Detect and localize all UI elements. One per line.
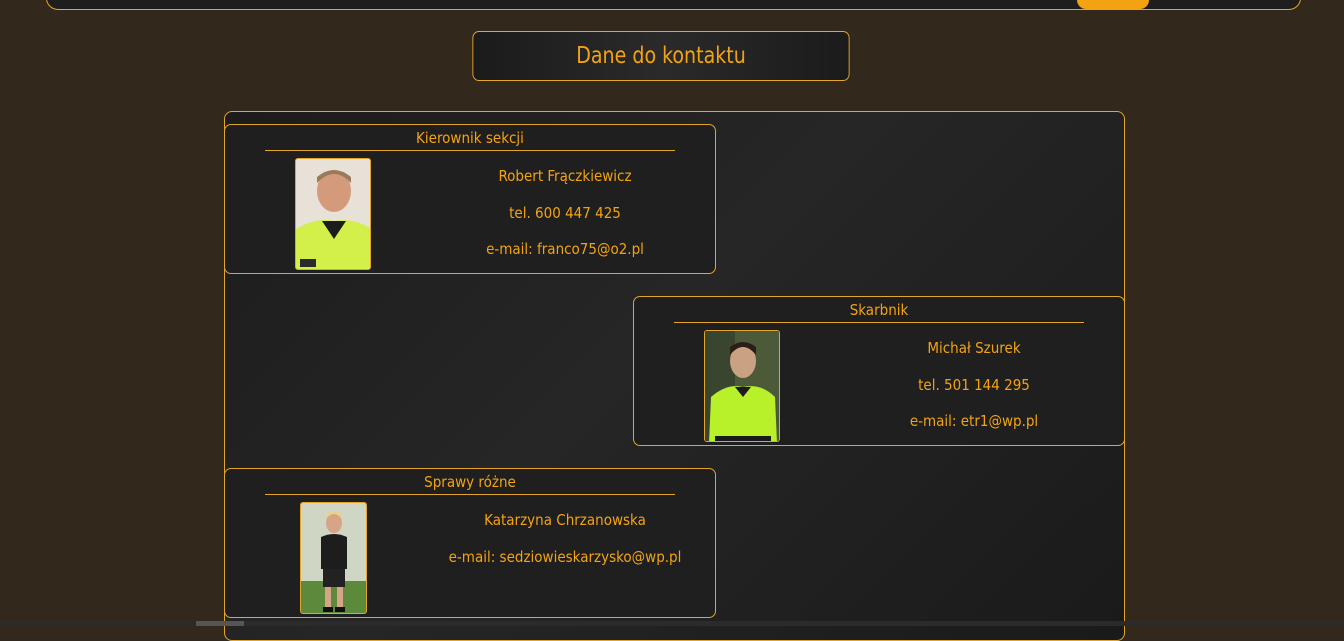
- top-navigation-bar: [46, 0, 1301, 10]
- nav-button[interactable]: [1077, 0, 1149, 9]
- contact-phone: tel. 501 144 295: [918, 375, 1030, 394]
- contacts-panel: Kierownik sekcji Robert Frączkiewicz tel…: [224, 111, 1125, 641]
- scrollbar-thumb[interactable]: [196, 621, 244, 626]
- contact-role: Skarbnik: [674, 299, 1084, 323]
- contact-phone: tel. 600 447 425: [509, 203, 621, 222]
- person-photo-icon: [300, 502, 367, 614]
- contact-card-sprawy-rozne: Sprawy różne Katarzyna Chrzanowska e-mai…: [224, 468, 716, 618]
- person-photo-icon: [704, 330, 780, 442]
- page-title: Dane do kontaktu: [472, 31, 850, 81]
- contact-card-skarbnik: Skarbnik Michał Szurek tel. 501 144 295 …: [633, 296, 1125, 446]
- contact-email[interactable]: e-mail: franco75@o2.pl: [440, 231, 690, 268]
- contact-name: Katarzyna Chrzanowska: [484, 511, 646, 529]
- contact-name: Robert Frączkiewicz: [498, 167, 632, 185]
- contact-card-kierownik: Kierownik sekcji Robert Frączkiewicz tel…: [224, 124, 716, 274]
- contact-role: Sprawy różne: [265, 471, 675, 495]
- contact-email[interactable]: e-mail: sedziowieskarzysko@wp.pl: [440, 539, 690, 576]
- person-photo-icon: [295, 158, 371, 270]
- contact-email[interactable]: e-mail: etr1@wp.pl: [849, 403, 1099, 440]
- contact-role: Kierownik sekcji: [265, 127, 675, 151]
- contact-name: Michał Szurek: [927, 339, 1021, 357]
